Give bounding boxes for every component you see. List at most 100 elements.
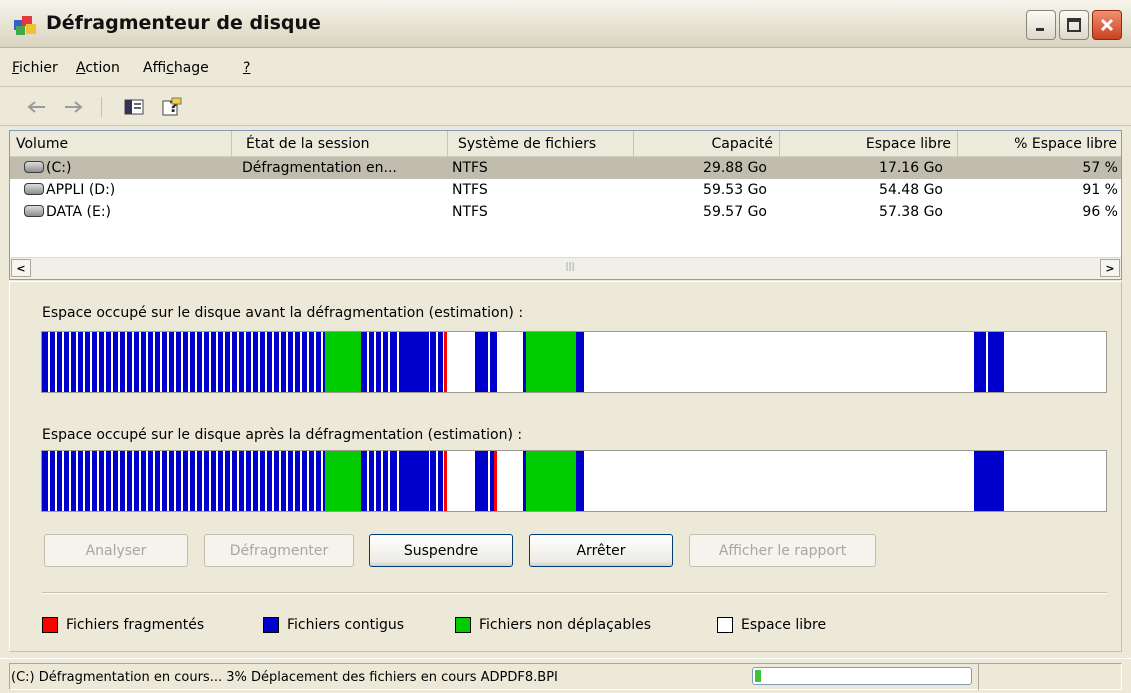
cluster-gap bbox=[90, 332, 92, 392]
column-header-filesystem[interactable]: Système de fichiers bbox=[448, 131, 634, 157]
minimize-button[interactable] bbox=[1026, 10, 1056, 40]
cluster-gap bbox=[90, 451, 92, 511]
forward-arrow-icon bbox=[65, 101, 83, 113]
legend-unmovable: Fichiers non déplaçables bbox=[455, 615, 651, 635]
before-label: Espace occupé sur le disque avant la déf… bbox=[42, 305, 524, 321]
volume-list: Volume État de la session Système de fic… bbox=[9, 130, 1122, 280]
cluster-gap bbox=[153, 332, 155, 392]
cluster-gap bbox=[111, 451, 113, 511]
cluster-gap bbox=[83, 332, 85, 392]
contiguous-clusters bbox=[576, 332, 584, 392]
cluster-gap bbox=[367, 332, 369, 392]
contiguous-swatch bbox=[263, 617, 279, 633]
cluster-gap bbox=[488, 451, 490, 511]
table-row[interactable]: DATA (E:) NTFS 59.57 Go 57.38 Go 96 % bbox=[10, 201, 1121, 223]
cluster-gap bbox=[367, 451, 369, 511]
column-header-capacity[interactable]: Capacité bbox=[634, 131, 780, 157]
pause-button[interactable]: Suspendre bbox=[369, 534, 513, 567]
status-text: (C:) Défragmentation en cours... 3% Dépl… bbox=[11, 670, 558, 685]
menu-help[interactable]: ? bbox=[243, 60, 250, 76]
cluster-gap bbox=[181, 332, 183, 392]
menu-action[interactable]: Action bbox=[76, 60, 120, 76]
cluster-gap bbox=[146, 332, 148, 392]
cluster-gap bbox=[381, 332, 383, 392]
defragment-button[interactable]: Défragmenter bbox=[204, 534, 354, 567]
stop-button[interactable]: Arrêter bbox=[529, 534, 673, 567]
cluster-gap bbox=[132, 332, 134, 392]
forward-button[interactable] bbox=[62, 95, 86, 119]
cluster-gap bbox=[388, 332, 390, 392]
contiguous-clusters bbox=[475, 332, 497, 392]
cluster-gap bbox=[251, 451, 253, 511]
cluster-gap bbox=[209, 332, 211, 392]
cluster-gap bbox=[76, 451, 78, 511]
cluster-gap bbox=[237, 451, 239, 511]
after-label: Espace occupé sur le disque après la déf… bbox=[42, 427, 523, 443]
help-button[interactable]: ? bbox=[158, 95, 186, 119]
menu-affichage[interactable]: Affichage bbox=[143, 60, 209, 76]
list-header: Volume État de la session Système de fic… bbox=[10, 131, 1121, 157]
column-header-volume[interactable]: Volume bbox=[10, 131, 232, 157]
after-defrag-bar bbox=[41, 450, 1107, 512]
view-report-button[interactable]: Afficher le rapport bbox=[689, 534, 876, 567]
window-title: Défragmenteur de disque bbox=[46, 12, 321, 34]
column-header-free[interactable]: Espace libre bbox=[780, 131, 958, 157]
column-header-state[interactable]: État de la session bbox=[232, 131, 448, 157]
scroll-thumb-grip-icon: ||| bbox=[565, 262, 575, 272]
legend-contiguous: Fichiers contigus bbox=[263, 615, 404, 635]
horizontal-scrollbar[interactable]: < ||| > bbox=[10, 257, 1121, 279]
cluster-gap bbox=[293, 451, 295, 511]
cluster-gap bbox=[174, 451, 176, 511]
table-row[interactable]: (C:) Défragmentation en... NTFS 29.88 Go… bbox=[10, 157, 1121, 179]
cluster-gap bbox=[300, 332, 302, 392]
cluster-gap bbox=[230, 451, 232, 511]
cluster-gap bbox=[237, 332, 239, 392]
menu-fichier[interactable]: Fichier bbox=[12, 60, 58, 76]
cluster-gap bbox=[181, 451, 183, 511]
cluster-gap bbox=[265, 332, 267, 392]
cluster-gap bbox=[195, 451, 197, 511]
contiguous-clusters bbox=[399, 332, 429, 392]
cluster-gap bbox=[69, 332, 71, 392]
contiguous-clusters bbox=[399, 451, 429, 511]
cluster-gap bbox=[146, 451, 148, 511]
cluster-gap bbox=[272, 332, 274, 392]
minimize-icon bbox=[1036, 28, 1044, 31]
cluster-gap bbox=[125, 451, 127, 511]
cluster-gap bbox=[244, 451, 246, 511]
close-icon bbox=[1100, 18, 1114, 32]
unmovable-clusters bbox=[325, 451, 361, 511]
cluster-gap bbox=[160, 451, 162, 511]
maximize-button[interactable] bbox=[1059, 10, 1089, 40]
cluster-gap bbox=[286, 332, 288, 392]
unmovable-clusters bbox=[526, 451, 576, 511]
cluster-gap bbox=[216, 451, 218, 511]
cluster-gap bbox=[314, 332, 316, 392]
cluster-gap bbox=[307, 332, 309, 392]
progress-bar bbox=[752, 667, 972, 685]
cluster-gap bbox=[83, 451, 85, 511]
legend-separator bbox=[42, 592, 1107, 594]
cluster-gap bbox=[167, 451, 169, 511]
close-button[interactable] bbox=[1092, 10, 1122, 40]
cluster-gap bbox=[202, 451, 204, 511]
fragmented-clusters bbox=[494, 451, 497, 511]
defragmenter-app-icon bbox=[14, 16, 36, 35]
title-bar[interactable]: Défragmenteur de disque bbox=[0, 0, 1131, 48]
hard-drive-icon bbox=[24, 161, 44, 173]
contiguous-clusters bbox=[974, 332, 1004, 392]
column-header-percent-free[interactable]: % Espace libre bbox=[958, 131, 1121, 157]
cluster-gap bbox=[209, 451, 211, 511]
back-button[interactable] bbox=[24, 95, 48, 119]
scroll-left-button[interactable]: < bbox=[11, 259, 31, 277]
analyze-button[interactable]: Analyser bbox=[44, 534, 188, 567]
table-row[interactable]: APPLI (D:) NTFS 59.53 Go 54.48 Go 91 % bbox=[10, 179, 1121, 201]
hard-drive-icon bbox=[24, 205, 44, 217]
contiguous-clusters bbox=[523, 451, 526, 511]
scroll-right-button[interactable]: > bbox=[1100, 259, 1120, 277]
cluster-gap bbox=[436, 451, 438, 511]
cluster-gap bbox=[244, 332, 246, 392]
cluster-gap bbox=[125, 332, 127, 392]
show-hide-tree-button[interactable] bbox=[122, 95, 146, 119]
cluster-gap bbox=[48, 332, 50, 392]
